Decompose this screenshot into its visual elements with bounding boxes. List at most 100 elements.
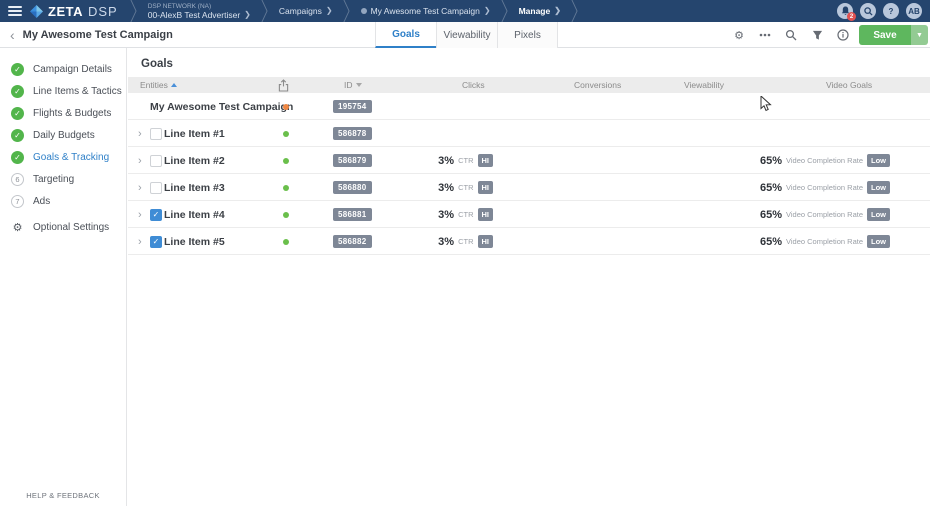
row-expand-chevron-icon[interactable]: ›: [138, 228, 142, 255]
help-button[interactable]: ?: [883, 3, 899, 19]
save-dropdown-button[interactable]: ▼: [911, 25, 928, 45]
vcr-badge: Low: [867, 154, 890, 167]
row-checkbox[interactable]: ✓: [150, 236, 162, 248]
section-heading: Goals: [128, 48, 930, 70]
row-expand-chevron-icon[interactable]: ›: [138, 120, 142, 147]
sidebar-item-targeting[interactable]: 6Targeting: [0, 168, 126, 190]
breadcrumb-separator: [128, 0, 140, 22]
more-options-icon[interactable]: [758, 28, 772, 42]
check-circle-icon: ✓: [11, 129, 24, 142]
vcr-value: 65%: [760, 209, 782, 221]
filter-icon[interactable]: [810, 28, 824, 42]
column-header-conversions[interactable]: Conversions: [574, 77, 621, 93]
avatar[interactable]: AB: [906, 3, 922, 19]
column-header-id[interactable]: ID: [344, 77, 362, 93]
row-id-badge: 586880: [333, 181, 372, 194]
search-icon[interactable]: [784, 28, 798, 42]
row-checkbox[interactable]: ✓: [150, 209, 162, 221]
column-header-viewability[interactable]: Viewability: [684, 77, 724, 93]
sidebar-item-label: Goals & Tracking: [33, 152, 109, 163]
table-row[interactable]: ›✓Line Item #45868813%CTRHI65%Video Comp…: [128, 201, 930, 228]
breadcrumb-label: Campaigns❯: [279, 6, 333, 16]
row-checkbox[interactable]: [150, 128, 162, 140]
settings-gear-icon[interactable]: ⚙: [732, 28, 746, 42]
row-id-badge: 586881: [333, 208, 372, 221]
check-circle-icon: ✓: [11, 63, 24, 76]
video-goal-metric: 65%Video Completion RateLow: [760, 174, 890, 201]
toolbar-icons: ⚙: [732, 22, 850, 48]
table-row[interactable]: ›✓Line Item #55868823%CTRHI65%Video Comp…: [128, 228, 930, 255]
sidebar-item-line-items-tactics[interactable]: ✓ Line Items & Tactics: [0, 80, 126, 102]
column-header-clicks[interactable]: Clicks: [462, 77, 485, 93]
breadcrumb-separator: [259, 0, 271, 22]
sidebar-item-label: Flights & Budgets: [33, 108, 111, 119]
row-id-badge: 195754: [333, 100, 372, 113]
table-row[interactable]: My Awesome Test Campaign195754: [128, 93, 930, 120]
ctr-badge: HI: [478, 181, 494, 194]
breadcrumb-item[interactable]: Manage❯: [511, 0, 569, 22]
check-circle-icon: ✓: [11, 107, 24, 120]
page-title: My Awesome Test Campaign: [23, 29, 173, 41]
row-entity-name: Line Item #1: [164, 120, 225, 147]
breadcrumb-text: 00-AlexB Test Advertiser: [148, 10, 240, 20]
menu-icon[interactable]: [8, 6, 22, 16]
table-row[interactable]: › Line Item #1 586878: [128, 120, 930, 147]
sidebar-item-optional-settings[interactable]: ⚙ Optional Settings: [0, 216, 126, 238]
info-icon[interactable]: [836, 28, 850, 42]
vcr-label: Video Completion Rate: [786, 183, 863, 192]
sidebar-item-ads[interactable]: 7Ads: [0, 190, 126, 212]
vcr-value: 65%: [760, 236, 782, 248]
breadcrumb-text: My Awesome Test Campaign: [371, 6, 480, 16]
table-row[interactable]: ›Line Item #35868803%CTRHI65%Video Compl…: [128, 174, 930, 201]
ctr-label: CTR: [458, 156, 473, 165]
tab-goals[interactable]: Goals: [375, 22, 436, 48]
vcr-label: Video Completion Rate: [786, 237, 863, 246]
row-expand-chevron-icon[interactable]: ›: [138, 174, 142, 201]
sidebar-item-flights-budgets[interactable]: ✓ Flights & Budgets: [0, 102, 126, 124]
chevron-right-icon: ❯: [244, 10, 251, 20]
row-checkbox[interactable]: [150, 155, 162, 167]
row-checkbox[interactable]: [150, 182, 162, 194]
sidebar-item-campaign-details[interactable]: ✓Campaign Details: [0, 58, 126, 80]
export-icon[interactable]: [278, 77, 289, 93]
help-feedback-link[interactable]: HELP & FEEDBACK: [0, 491, 126, 500]
clicks-metric: 3%CTRHI: [393, 174, 493, 201]
save-split-button: Save ▼: [859, 25, 928, 45]
sidebar-item-daily-budgets[interactable]: ✓ Daily Budgets: [0, 124, 126, 146]
breadcrumb-text: Campaigns: [279, 6, 322, 16]
vcr-label: Video Completion Rate: [786, 210, 863, 219]
ctr-value: 3%: [438, 236, 454, 248]
breadcrumb-item[interactable]: DSP NETWORK (NA)00-AlexB Test Advertiser…: [140, 0, 259, 22]
ctr-label: CTR: [458, 183, 473, 192]
breadcrumb-item[interactable]: My Awesome Test Campaign❯: [353, 0, 499, 22]
step-number-icon: 6: [11, 173, 24, 186]
row-id-badge: 586878: [333, 127, 372, 140]
breadcrumb-item[interactable]: Campaigns❯: [271, 0, 341, 22]
brand-logo[interactable]: ZETA DSP: [30, 4, 118, 19]
brand-suffix: DSP: [88, 4, 118, 19]
row-expand-chevron-icon[interactable]: ›: [138, 147, 142, 174]
video-goal-metric: 65% Video Completion Rate Low: [760, 228, 890, 255]
video-goal-metric: 65%Video Completion RateLow: [760, 147, 890, 174]
gear-icon: ⚙: [11, 221, 24, 234]
setup-steps-sidebar: ✓Campaign Details✓Line Items & Tactics✓F…: [0, 48, 127, 506]
global-search-button[interactable]: [860, 3, 876, 19]
check-circle-icon: ✓: [11, 85, 24, 98]
table-row[interactable]: ›Line Item #25868793%CTRHI65%Video Compl…: [128, 147, 930, 174]
column-header-video-goals[interactable]: Video Goals: [826, 77, 872, 93]
vcr-badge: Low: [867, 235, 890, 248]
row-expand-chevron-icon[interactable]: ›: [138, 201, 142, 228]
campaign-header-bar: ‹ My Awesome Test Campaign GoalsViewabil…: [0, 22, 930, 48]
clicks-metric: 3%CTRHI: [393, 228, 493, 255]
sidebar-item-label: Optional Settings: [33, 222, 109, 233]
back-chevron-icon[interactable]: ‹: [0, 28, 23, 42]
row-entity-name: Line Item #5: [164, 228, 225, 255]
sidebar-item-goals-tracking[interactable]: ✓Goals & Tracking: [0, 146, 126, 168]
tab-pixels[interactable]: Pixels: [497, 22, 558, 48]
notifications-button[interactable]: 2: [837, 3, 853, 19]
save-button[interactable]: Save: [859, 25, 911, 45]
sidebar-item-label: Daily Budgets: [33, 130, 95, 141]
tab-viewability[interactable]: Viewability: [436, 22, 497, 48]
column-header-entities[interactable]: Entities: [140, 77, 177, 93]
sidebar-item-label: Line Items & Tactics: [33, 86, 122, 97]
